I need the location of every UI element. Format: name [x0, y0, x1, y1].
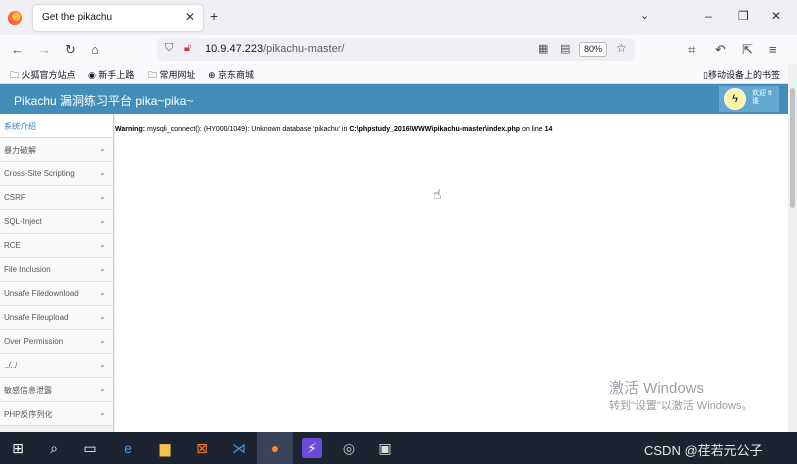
app-icon[interactable]: ◎: [339, 438, 359, 458]
reload-icon[interactable]: ↻: [65, 42, 76, 58]
php-warning: Warning: mysqli_connect(): (HY000/1049):…: [115, 126, 553, 133]
sidebar-item-filedownload[interactable]: Unsafe Filedownload ⌄: [0, 282, 113, 306]
mobile-bookmarks[interactable]: ▯移动设备上的书签: [703, 68, 780, 81]
sidebar-item-intro[interactable]: 系统介绍: [0, 114, 113, 138]
menu-icon[interactable]: ≡: [769, 42, 777, 57]
firefox-taskbar-icon[interactable]: ●: [265, 438, 285, 458]
chevron-down-icon: ⌄: [99, 288, 106, 297]
undo-icon[interactable]: ↶: [715, 42, 726, 58]
activation-watermark: 激活 Windows: [609, 380, 705, 397]
forward-icon[interactable]: →: [38, 42, 51, 57]
sidebar-item-info-leak[interactable]: 敏感信息泄露 ⌄: [0, 378, 113, 402]
bookmark-item[interactable]: ⊕ 京东商城: [208, 68, 254, 81]
welcome-text: 欢迎 tt谁: [752, 90, 772, 105]
chevron-down-icon: ⌄: [99, 384, 106, 393]
chevron-down-icon: ⌄: [99, 408, 106, 417]
sidebar: 系统介绍 暴力破解 ⌄ Cross-Site Scripting ⌄ CSRF ⌄ S…: [0, 114, 114, 432]
reader-view-icon[interactable]: ▤: [560, 42, 570, 55]
chevron-down-icon: ⌄: [99, 240, 106, 249]
app-title[interactable]: Pikachu 漏洞练习平台 pika~pika~: [14, 92, 193, 109]
insecure-lock-icon[interactable]: 🔓︎: [184, 42, 191, 55]
search-icon[interactable]: ⌕: [44, 438, 64, 458]
qr-code-icon[interactable]: ▦: [538, 42, 548, 55]
taskbar: ⊞ ⌕ ▭ e ▆ ⊠ ⋊ ● ⚡ ◎ ▣ CSDN @荏若元公子: [0, 432, 797, 464]
bookmark-star-icon[interactable]: ☆: [616, 41, 627, 55]
terminal-icon[interactable]: ▣: [375, 438, 395, 458]
sidebar-item-csrf[interactable]: CSRF ⌄: [0, 186, 113, 210]
chevron-down-icon: ⌄: [99, 360, 106, 369]
firefox-icon[interactable]: [8, 11, 22, 25]
scrollbar-thumb[interactable]: [790, 88, 795, 208]
close-window-icon[interactable]: ✕: [771, 9, 781, 23]
sidebar-item-rce[interactable]: RCE ⌄: [0, 234, 113, 258]
screenshot-icon[interactable]: ⌗: [688, 42, 695, 58]
chevron-down-icon: ⌄: [99, 216, 106, 225]
bookmarks-bar: 🗀︎ 火狐官方站点 ◉ 新手上路 🗀︎ 常用网址 ⊕ 京东商城 ▯移动设备上的书…: [0, 64, 797, 84]
chevron-down-icon: ⌄: [99, 336, 106, 345]
new-tab-icon[interactable]: +: [210, 8, 218, 24]
hand-cursor-icon: ☝: [433, 186, 442, 202]
chevron-down-icon[interactable]: ⌄: [640, 9, 649, 22]
edge-icon[interactable]: e: [118, 438, 138, 458]
shield-icon[interactable]: ⛉: [165, 42, 173, 55]
csdn-watermark: CSDN @荏若元公子: [644, 443, 763, 458]
sidebar-item-directory-traversal[interactable]: ../../⌄: [0, 354, 113, 378]
windows-start-icon[interactable]: ⊞: [8, 438, 28, 458]
chevron-down-icon: ⌄: [99, 168, 106, 177]
browser-tab[interactable]: Get the pikachu ✕: [33, 5, 203, 31]
scrollbar[interactable]: [788, 64, 797, 432]
vscode-icon[interactable]: ⋊: [229, 438, 249, 458]
back-icon[interactable]: ←: [11, 42, 24, 57]
bookmark-folder[interactable]: 🗀︎ 火狐官方站点: [10, 68, 76, 84]
chevron-down-icon: ⌄: [99, 312, 106, 321]
nav-bar: ← → ↻ ⌂ ⛉ 🔓︎ 10.9.47.223/pikachu-master/…: [0, 35, 797, 64]
sidebar-item-over-permission[interactable]: Over Permission ⌄: [0, 330, 113, 354]
chevron-down-icon: ⌄: [99, 192, 106, 201]
activation-watermark-sub: 转到"设置"以激活 Windows。: [609, 400, 753, 412]
sidebar-item-fileupload[interactable]: Unsafe Fileupload ⌄: [0, 306, 113, 330]
tab-bar: Get the pikachu ✕ + ⌄ – ❐ ✕: [0, 0, 797, 35]
tab-title: Get the pikachu: [42, 12, 113, 23]
chevron-down-icon: ⌄: [99, 264, 106, 273]
phpstorm-icon[interactable]: ⚡: [302, 438, 322, 458]
bookmark-item[interactable]: ◉ 新手上路: [88, 68, 134, 81]
app-header: Pikachu 漏洞练习平台 pika~pika~ ϟ 欢迎 tt谁: [0, 84, 788, 114]
share-icon[interactable]: ⇱: [742, 42, 753, 58]
file-explorer-icon[interactable]: ▆: [155, 438, 175, 458]
task-view-icon[interactable]: ▭: [80, 438, 100, 458]
user-menu[interactable]: ϟ 欢迎 tt谁: [719, 86, 779, 112]
minimize-icon[interactable]: –: [705, 9, 712, 23]
restore-icon[interactable]: ❐: [738, 9, 749, 23]
xampp-icon[interactable]: ⊠: [192, 438, 212, 458]
sidebar-item-xss[interactable]: Cross-Site Scripting ⌄: [0, 162, 113, 186]
url-text: 10.9.47.223/pikachu-master/: [205, 43, 345, 55]
home-icon[interactable]: ⌂: [91, 42, 99, 57]
sidebar-item-bruteforce[interactable]: 暴力破解 ⌄: [0, 138, 113, 162]
bookmark-folder[interactable]: 🗀︎ 常用网址: [148, 68, 196, 84]
zoom-level[interactable]: 80%: [579, 42, 607, 57]
avatar: ϟ: [724, 88, 746, 110]
url-bar[interactable]: ⛉ 🔓︎ 10.9.47.223/pikachu-master/ ▦ ▤ 80%…: [157, 38, 635, 61]
sidebar-item-sqli[interactable]: SQL-Inject ⌄: [0, 210, 113, 234]
close-tab-icon[interactable]: ✕: [185, 10, 195, 24]
sidebar-item-php-unserialize[interactable]: PHP反序列化 ⌄: [0, 402, 113, 426]
sidebar-item-file-inclusion[interactable]: File Inclusion ⌄: [0, 258, 113, 282]
chevron-down-icon: ⌄: [99, 144, 106, 153]
